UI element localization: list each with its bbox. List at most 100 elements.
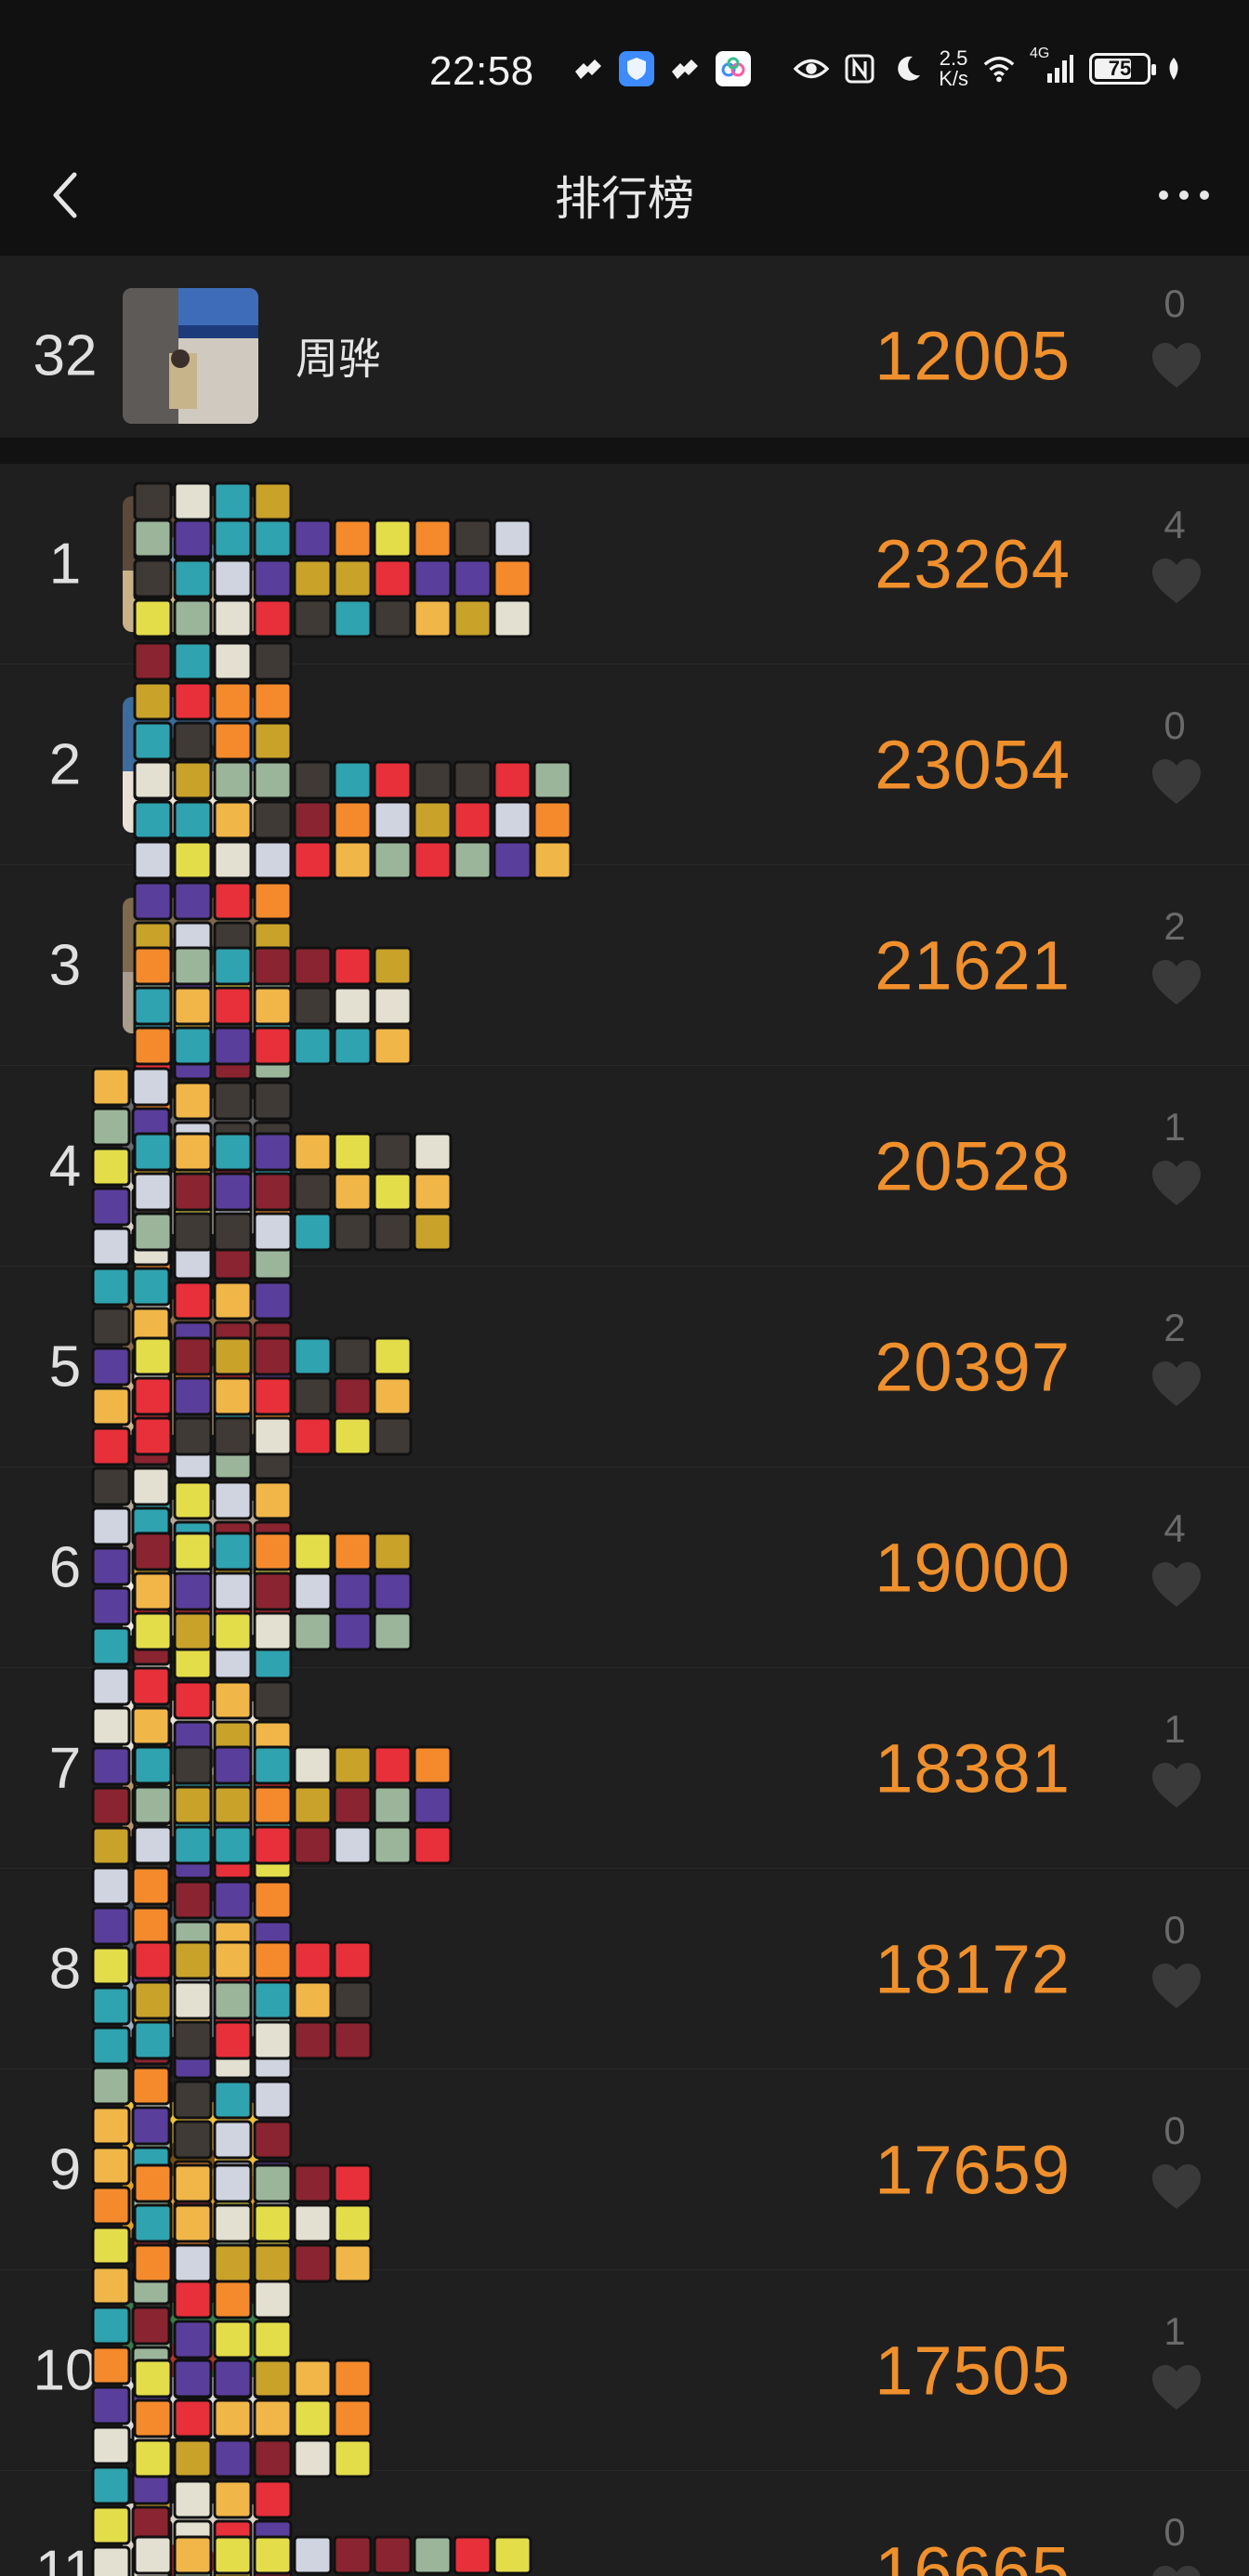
signal-label: 4G (1030, 46, 1050, 61)
status-icons: 2.5 K/s 4G 75 (571, 46, 1184, 89)
like-control[interactable]: 0 (1100, 2471, 1249, 2576)
rank-number: 32 (33, 323, 98, 388)
signal-icon: 4G (1030, 46, 1076, 86)
heart-icon[interactable] (1150, 1560, 1203, 1609)
moon-icon (890, 51, 926, 86)
rank-number: 5 (48, 1334, 82, 1399)
avatar[interactable] (123, 495, 258, 632)
heart-icon[interactable] (1150, 1761, 1203, 1809)
page-title: 排行榜 (555, 173, 694, 225)
ranking-row[interactable]: 8 18172 0 (0, 1869, 1249, 2070)
like-count: 0 (1164, 2109, 1186, 2152)
like-control[interactable]: 2 (1100, 865, 1249, 1065)
heart-icon[interactable] (1150, 2363, 1203, 2412)
like-count: 1 (1164, 1105, 1186, 1149)
like-control[interactable]: 2 (1100, 1267, 1249, 1466)
like-control[interactable]: 4 (1100, 1467, 1249, 1667)
ranking-row[interactable]: 2 23054 0 (0, 664, 1249, 865)
ranking-row[interactable]: 11 16665 0 (0, 2471, 1249, 2576)
more-button[interactable] (1147, 158, 1221, 232)
avatar[interactable] (123, 1499, 258, 1636)
heart-icon[interactable] (1150, 1159, 1203, 1207)
like-control[interactable]: 0 (1100, 664, 1249, 864)
avatar[interactable] (123, 2302, 258, 2438)
like-control[interactable]: 0 (1100, 1869, 1249, 2069)
rank-number: 3 (48, 933, 82, 997)
avatar[interactable] (123, 2503, 258, 2576)
like-control[interactable]: 0 (1100, 2070, 1249, 2269)
ranking-row[interactable]: 6 19000 4 (0, 1467, 1249, 1668)
heart-icon[interactable] (1150, 958, 1203, 1006)
user-name: 周骅 (296, 334, 381, 383)
like-count: 1 (1164, 1707, 1186, 1751)
avatar[interactable] (123, 1097, 258, 1234)
network-speed: 2.5 K/s (939, 48, 968, 89)
avatar[interactable] (123, 1298, 258, 1435)
avatar[interactable] (123, 897, 258, 1033)
heart-icon[interactable] (1150, 2162, 1203, 2211)
avatar[interactable] (123, 696, 258, 833)
ranking-row[interactable]: 9 17659 0 (0, 2070, 1249, 2270)
step-count: 23054 (874, 726, 1071, 803)
rank-number: 8 (48, 1937, 82, 2001)
section-divider (0, 438, 1249, 464)
nfc-icon (842, 51, 877, 86)
like-control[interactable]: 1 (1100, 2270, 1249, 2470)
ranking-row[interactable]: 5 20397 2 (0, 1267, 1249, 1467)
ranking-list: 1 23264 4 2 23054 0 3 21621 2 4 20528 1 5 20397 2 6 1900… (0, 464, 1249, 2576)
ranking-row[interactable]: 7 18381 1 (0, 1668, 1249, 1869)
ranking-row[interactable]: 10 17505 1 (0, 2270, 1249, 2471)
my-rank-row[interactable]: 32 周骅 12005 0 (0, 256, 1249, 456)
network-speed-unit: K/s (939, 67, 968, 90)
like-count: 0 (1164, 282, 1186, 325)
ranking-screen: 22:58 2.5 K/s 4G 75 排行榜 32 周骅 12005 0 1 … (0, 0, 1249, 2576)
like-control[interactable]: 1 (1100, 1066, 1249, 1266)
heart-icon[interactable] (1150, 1962, 1203, 2010)
step-count: 20397 (874, 1328, 1071, 1405)
network-speed-value: 2.5 (939, 46, 968, 70)
step-count: 23264 (874, 525, 1071, 602)
step-count: 21621 (874, 927, 1071, 1004)
like-count: 4 (1164, 1506, 1186, 1550)
step-count: 18172 (874, 1930, 1071, 2007)
status-time: 22:58 (429, 48, 534, 94)
avatar[interactable] (123, 2101, 258, 2238)
eye-icon (794, 51, 830, 86)
heart-icon[interactable] (1150, 757, 1203, 806)
ranking-row[interactable]: 3 21621 2 (0, 865, 1249, 1066)
avatar[interactable] (123, 287, 258, 424)
status-bar: 22:58 2.5 K/s 4G 75 (0, 0, 1249, 139)
rank-number: 4 (48, 1134, 82, 1198)
wifi-icon (981, 51, 1017, 86)
step-count: 16665 (874, 2532, 1071, 2576)
like-control[interactable]: 1 (1100, 1668, 1249, 1868)
like-control[interactable]: 4 (1100, 464, 1249, 664)
step-count: 17659 (874, 2131, 1071, 2208)
rank-number: 9 (48, 2137, 82, 2201)
like-count: 2 (1164, 904, 1186, 948)
more-dots-icon (1159, 191, 1209, 200)
ranking-row[interactable]: 4 20528 1 (0, 1066, 1249, 1267)
heart-icon[interactable] (1150, 341, 1203, 389)
ranking-row[interactable]: 1 23264 4 (0, 464, 1249, 664)
step-count: 12005 (874, 317, 1071, 394)
like-count: 0 (1164, 703, 1186, 747)
rank-number: 11 (34, 2539, 96, 2576)
rank-number: 6 (48, 1535, 82, 1599)
avatar[interactable] (123, 1700, 258, 1836)
heart-icon[interactable] (1150, 557, 1203, 605)
step-count: 20528 (874, 1127, 1071, 1204)
step-count: 18381 (874, 1729, 1071, 1807)
rank-number: 10 (33, 2338, 98, 2402)
heart-icon[interactable] (1150, 1360, 1203, 1408)
heart-icon[interactable] (1150, 2564, 1203, 2576)
like-count: 1 (1164, 2309, 1186, 2353)
like-count: 0 (1164, 2510, 1186, 2554)
like-control[interactable]: 0 (1100, 256, 1249, 455)
step-count: 19000 (874, 1529, 1071, 1606)
like-count: 0 (1164, 1908, 1186, 1952)
leaf-icon (1164, 51, 1184, 86)
rank-number: 2 (48, 732, 82, 796)
step-count: 17505 (874, 2332, 1071, 2409)
avatar[interactable] (123, 1900, 258, 2037)
